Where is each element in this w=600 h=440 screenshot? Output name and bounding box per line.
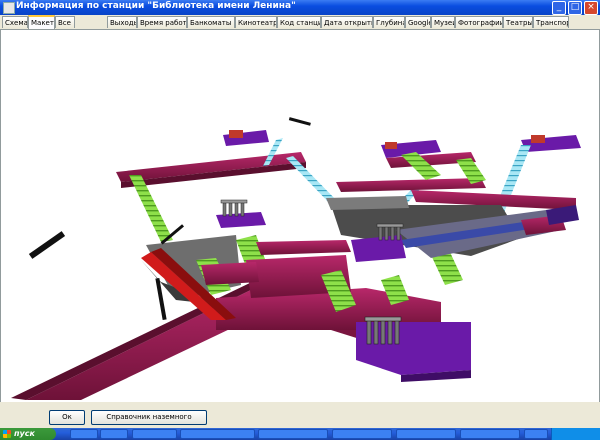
- platform: [326, 196, 409, 210]
- tab-hours[interactable]: Время работы: [137, 16, 187, 28]
- corridor: [336, 178, 486, 192]
- tab-model[interactable]: Макет: [28, 15, 55, 29]
- gate-red: [229, 130, 243, 138]
- maximize-icon[interactable]: □: [568, 1, 582, 15]
- label-mark: [28, 231, 66, 259]
- ok-button[interactable]: Ок: [49, 410, 85, 425]
- gate: [364, 316, 402, 345]
- close-icon[interactable]: ×: [584, 1, 598, 15]
- app-icon[interactable]: [3, 2, 15, 14]
- transport-reference-button[interactable]: Справочник наземного транспорта: [91, 410, 207, 434]
- label-mark: [288, 117, 311, 126]
- tab-theaters[interactable]: Театры: [503, 16, 533, 28]
- minimize-icon[interactable]: _: [552, 1, 566, 15]
- taskbar-item[interactable]: [332, 429, 392, 439]
- tab-cinemas[interactable]: Кинотеатры: [235, 16, 277, 28]
- tab-museums[interactable]: Музеи: [431, 16, 455, 28]
- taskbar-item[interactable]: [132, 429, 177, 439]
- gate-red: [385, 142, 397, 149]
- hall: [521, 135, 581, 152]
- taskbar-item[interactable]: [100, 429, 128, 439]
- station-3d-model: [11, 117, 581, 400]
- taskbar-item[interactable]: [258, 429, 328, 439]
- taskbar-item[interactable]: [524, 429, 548, 439]
- tab-station-code[interactable]: Код станции: [277, 16, 321, 28]
- taskbar-item[interactable]: [460, 429, 520, 439]
- gate-red: [531, 135, 545, 143]
- tab-atms[interactable]: Банкоматы Сбербанка: [187, 16, 235, 28]
- tab-scheme[interactable]: Схема: [2, 16, 28, 28]
- dialog-button-bar: Ок Справочник наземного транспорта: [0, 402, 600, 434]
- corridor: [201, 262, 259, 285]
- tab-strip: Схема Макет Все Выходы Время работы Банк…: [0, 15, 600, 30]
- tab-google[interactable]: Google: [405, 16, 431, 28]
- tab-photos[interactable]: Фотографии: [455, 16, 503, 28]
- taskbar-item[interactable]: [180, 429, 255, 439]
- title-bar[interactable]: Информация по станции "Библиотека имени …: [0, 0, 600, 15]
- stairs: [129, 175, 173, 242]
- corridor: [256, 240, 351, 255]
- start-label: пуск: [14, 429, 35, 438]
- tab-transport[interactable]: Транспорт: [533, 16, 569, 28]
- tab-depth[interactable]: Глубина: [373, 16, 405, 28]
- taskbar-item[interactable]: [396, 429, 456, 439]
- tab-all[interactable]: Все: [55, 16, 75, 28]
- hall: [356, 322, 471, 375]
- window-title: Информация по станции "Библиотека имени …: [16, 1, 296, 11]
- system-tray[interactable]: [551, 428, 600, 440]
- gate: [220, 199, 248, 217]
- window-controls: _ □ ×: [552, 1, 598, 15]
- windows-logo-icon: [3, 430, 11, 438]
- tab-exits[interactable]: Выходы: [107, 16, 137, 28]
- start-button[interactable]: пуск: [0, 428, 56, 440]
- station-3d-model-view[interactable]: [0, 30, 600, 402]
- taskbar-item[interactable]: [70, 429, 98, 439]
- tab-opening-date[interactable]: Дата открытия: [321, 16, 373, 28]
- taskbar: пуск: [0, 428, 600, 440]
